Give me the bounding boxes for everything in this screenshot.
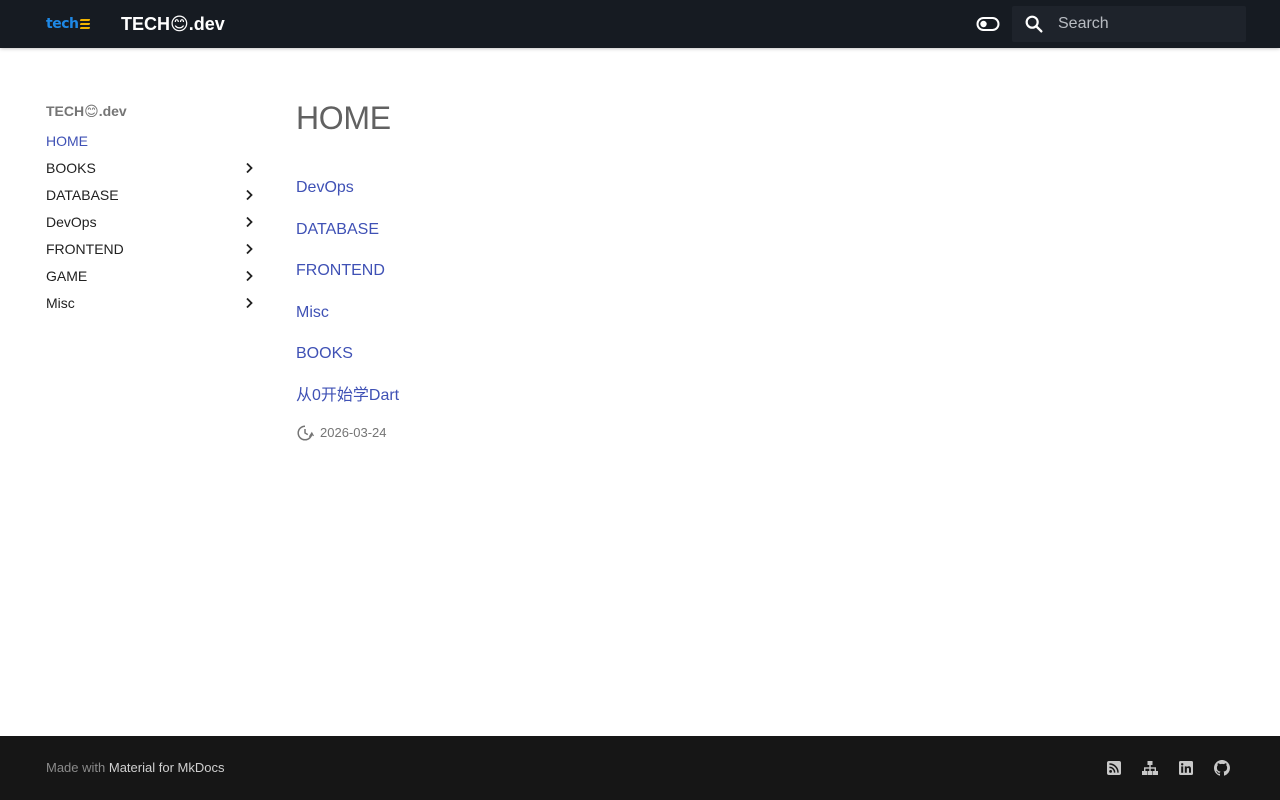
- main-content: HOME DevOps DATABASE FRONTEND Misc BOOKS…: [296, 96, 1196, 442]
- sidebar-item-label: FRONTEND: [46, 240, 124, 257]
- linkedin-link[interactable]: [1176, 758, 1196, 778]
- revision-date-text: 2026-03-24: [320, 425, 387, 441]
- made-with-text: Made with: [46, 760, 106, 775]
- link-books[interactable]: BOOKS: [296, 344, 1196, 386]
- sidebar-item-game[interactable]: GAME: [46, 262, 260, 289]
- link-misc[interactable]: Misc: [296, 303, 1196, 345]
- link-dart[interactable]: 从0开始学Dart: [296, 386, 1196, 428]
- logo-mark-icon: [80, 19, 91, 29]
- sidebar-title: TECH😊.dev: [46, 103, 127, 119]
- sidebar-item-database[interactable]: DATABASE: [46, 181, 260, 208]
- search-icon: [1025, 15, 1043, 33]
- page-title: HOME: [296, 100, 391, 136]
- sidebar-item-label: HOME: [46, 132, 88, 149]
- sidebar-nav: TECH😊.dev HOME BOOKS DATABASE DevOps FRO…: [46, 100, 260, 316]
- link-frontend[interactable]: FRONTEND: [296, 261, 1196, 303]
- sidebar-item-label: DevOps: [46, 213, 97, 230]
- sidebar-item-devops[interactable]: DevOps: [46, 208, 260, 235]
- footer: Made with Material for MkDocs: [0, 736, 1280, 800]
- chevron-right-icon: [246, 243, 253, 254]
- rss-link[interactable]: [1104, 758, 1124, 778]
- footer-credit: Made with Material for MkDocs: [46, 760, 224, 775]
- sidebar-item-label: Misc: [46, 294, 75, 311]
- revision-date: 2026-03-24: [296, 424, 1196, 442]
- chevron-right-icon: [246, 162, 253, 173]
- header: tech TECH😊.dev: [0, 0, 1280, 48]
- clock-history-icon: [297, 425, 314, 441]
- logo-text: tech: [46, 16, 79, 32]
- linkedin-icon: [1179, 761, 1193, 775]
- link-list: DevOps DATABASE FRONTEND Misc BOOKS 从0开始…: [296, 178, 1196, 428]
- sidebar-item-label: GAME: [46, 267, 88, 284]
- chevron-right-icon: [246, 270, 253, 281]
- sitemap-link[interactable]: [1140, 758, 1160, 778]
- material-mkdocs-link[interactable]: Material for MkDocs: [109, 760, 225, 775]
- sidebar-item-home[interactable]: HOME: [46, 127, 260, 154]
- rss-icon: [1107, 761, 1121, 775]
- sitemap-icon: [1142, 761, 1158, 775]
- link-devops[interactable]: DevOps: [296, 178, 1196, 220]
- site-logo[interactable]: tech: [46, 15, 91, 33]
- chevron-right-icon: [246, 189, 253, 200]
- search-input[interactable]: [1056, 6, 1242, 42]
- sidebar-item-label: BOOKS: [46, 159, 96, 176]
- site-title[interactable]: TECH😊.dev: [121, 12, 225, 36]
- link-database[interactable]: DATABASE: [296, 220, 1196, 262]
- sidebar-item-books[interactable]: BOOKS: [46, 154, 260, 181]
- github-icon: [1214, 760, 1230, 776]
- github-link[interactable]: [1212, 758, 1232, 778]
- theme-toggle-button[interactable]: [976, 13, 1000, 35]
- toggle-switch-icon: [976, 17, 1000, 31]
- chevron-right-icon: [246, 297, 253, 308]
- chevron-right-icon: [246, 216, 253, 227]
- sidebar-item-misc[interactable]: Misc: [46, 289, 260, 316]
- sidebar-item-label: DATABASE: [46, 186, 119, 203]
- sidebar-item-frontend[interactable]: FRONTEND: [46, 235, 260, 262]
- search-box[interactable]: [1012, 6, 1246, 42]
